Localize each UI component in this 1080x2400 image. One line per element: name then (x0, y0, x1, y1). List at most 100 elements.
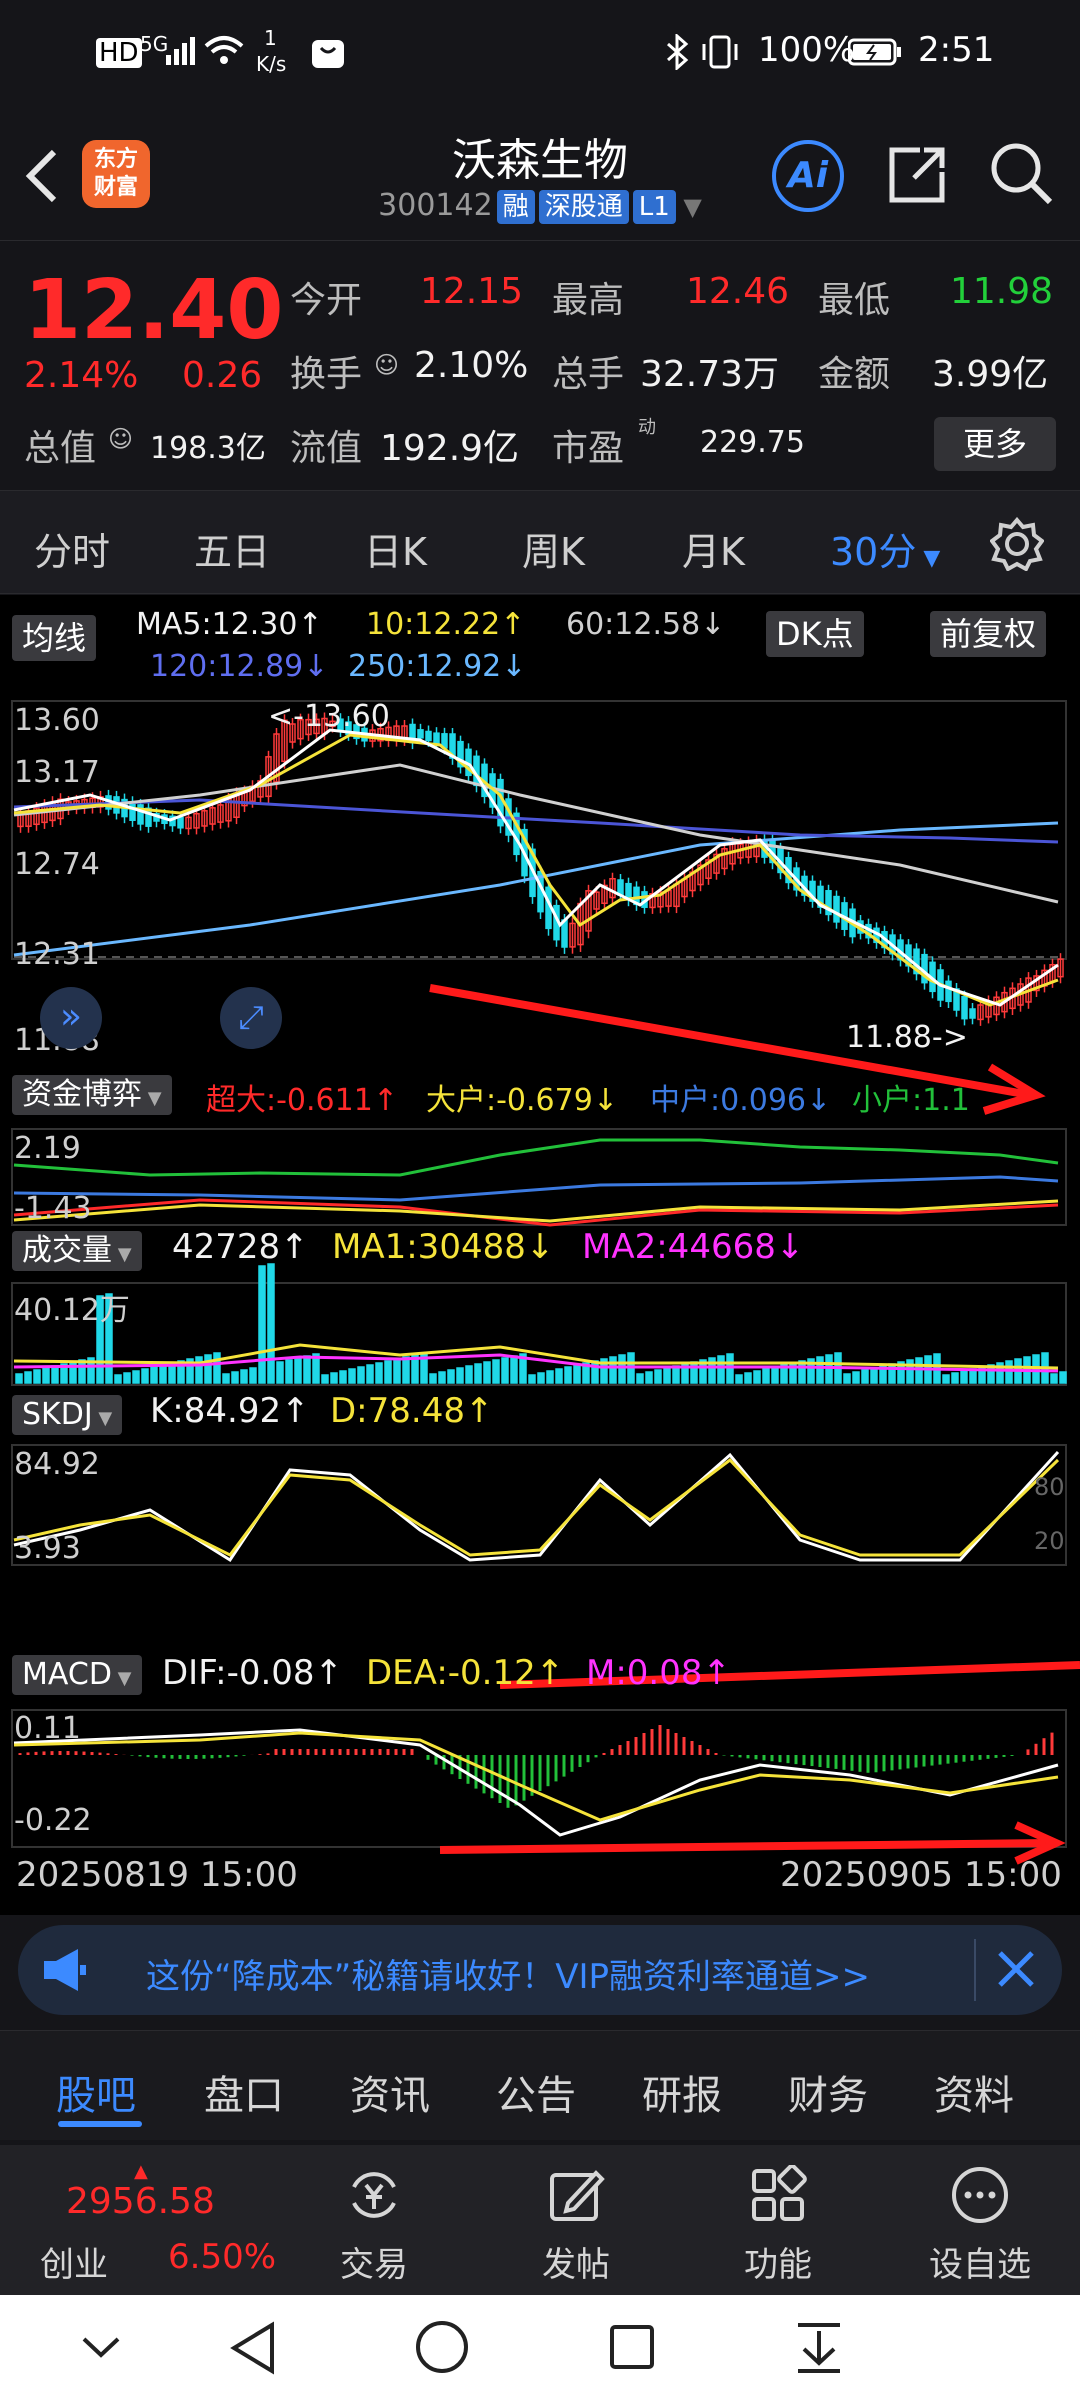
volume-bar (42, 1367, 50, 1384)
volume-ma2: MA2:44668↓ (582, 1227, 805, 1267)
tab-profile[interactable]: 资料 (934, 2063, 1014, 2121)
hide-keyboard-icon[interactable] (78, 2327, 124, 2371)
tab-financials[interactable]: 财务 (788, 2063, 868, 2121)
settings-gear-icon[interactable] (989, 516, 1045, 575)
volume-bar (24, 1371, 32, 1384)
vibrate-icon (700, 34, 740, 79)
volume-bar (294, 1357, 302, 1384)
date-end: 20250905 15:00 (780, 1855, 1062, 1895)
volume-value: 42728↑ (172, 1227, 309, 1267)
volume-bar (843, 1373, 851, 1384)
amount-value: 3.99亿 (932, 354, 1049, 395)
notification-nav-icon[interactable] (794, 2321, 844, 2379)
tab-intraday[interactable]: 分时 (34, 521, 110, 576)
volume-bar (141, 1368, 149, 1384)
kline-chart[interactable]: 均线 MA5:12.30↑ 10:12.22↑ 60:12.58↓ 120:12… (0, 595, 1080, 1915)
info-icon[interactable]: ☺ (374, 351, 399, 379)
min-price-mark: 11.88-> (846, 1020, 968, 1055)
volume-bar (78, 1359, 86, 1384)
functions-label: 功能 (744, 2245, 812, 2285)
tab-weekly-k[interactable]: 周K (522, 521, 585, 576)
volume-bar (636, 1373, 644, 1384)
expand-right-icon[interactable]: » (40, 987, 102, 1049)
more-button[interactable]: 更多 (934, 417, 1056, 471)
recents-nav-icon[interactable] (608, 2323, 656, 2375)
pe-mark: 动 (638, 417, 656, 438)
hd-icon: HD (96, 38, 142, 68)
volume-bar (591, 1360, 599, 1384)
more-dots-icon (950, 2165, 1010, 2225)
ai-button[interactable]: Ai (772, 140, 844, 212)
skdj-ref-20: 20 (1034, 1527, 1065, 1555)
tab-news[interactable]: 资讯 (350, 2063, 430, 2121)
price-axis-1: 13.17 (14, 755, 100, 790)
index-ticker[interactable]: ▲ 2956.58 创业 6.50% (0, 2145, 300, 2295)
volume-bar (267, 1263, 275, 1384)
fund-small: 小户:1.1 (852, 1083, 970, 1118)
tab-30min[interactable]: 30分 ▼ (830, 521, 940, 576)
banner-text[interactable]: 这份“降成本”秘籍请收好！VIP融资利率通道>> (146, 1949, 870, 1998)
max-price-mark: <-13.60 (268, 699, 390, 734)
volume-bar (213, 1352, 221, 1384)
ma60-line (13, 763, 1059, 904)
bag-icon (310, 34, 346, 79)
skdj-selector[interactable]: SKDJ ▼ (12, 1395, 123, 1435)
volume-bar (123, 1372, 131, 1384)
promo-banner[interactable]: 这份“降成本”秘籍请收好！VIP融资利率通道>> (18, 1925, 1062, 2015)
volume-bar (132, 1370, 140, 1384)
share-icon[interactable] (886, 142, 950, 210)
tab-orderbook[interactable]: 盘口 (204, 2063, 284, 2121)
fullscreen-icon[interactable]: ⤢ (220, 987, 282, 1049)
current-price: 12.40 (24, 263, 284, 358)
close-icon[interactable] (994, 1947, 1038, 1995)
volume-bar (159, 1364, 167, 1384)
mktcap-value: 198.3亿 (150, 431, 266, 466)
small-line (13, 1138, 1059, 1177)
mktcap-label: 总值 (24, 428, 97, 469)
back-nav-icon[interactable] (228, 2321, 278, 2379)
volume-bar (195, 1356, 203, 1384)
volume-bar (366, 1364, 374, 1384)
volume-selector[interactable]: 成交量 ▼ (12, 1231, 142, 1271)
mktcap-info-icon[interactable]: ☺ (108, 425, 133, 453)
volume-bar (429, 1373, 437, 1384)
volume-bar (402, 1356, 410, 1384)
macd-dif: DIF:-0.08↑ (162, 1653, 344, 1693)
volume-bar (888, 1363, 896, 1384)
volume-bar (285, 1359, 293, 1384)
volume-bar (249, 1367, 257, 1384)
tab-research[interactable]: 研报 (642, 2063, 722, 2121)
tab-announcements[interactable]: 公告 (496, 2063, 576, 2121)
dif-line (13, 1728, 1059, 1837)
ma5-line (13, 728, 1059, 1007)
add-watchlist-button[interactable]: 设自选 (910, 2145, 1050, 2286)
volume-bar (645, 1371, 653, 1384)
search-icon[interactable] (988, 140, 1054, 210)
volume-bar (762, 1368, 770, 1384)
volume-bar (816, 1356, 824, 1384)
quote-panel: 12.40 2.14% 0.26 今开 12.15 最高 12.46 最低 11… (0, 240, 1080, 490)
home-nav-icon[interactable] (414, 2319, 470, 2379)
fund-selector[interactable]: 资金博弈 ▼ (12, 1075, 172, 1115)
tab-five-day[interactable]: 五日 (194, 521, 270, 576)
volume-bar (690, 1361, 698, 1384)
volume-bar (150, 1366, 158, 1384)
volume-bar (438, 1371, 446, 1384)
trade-button[interactable]: 交易 (304, 2145, 444, 2286)
macd-selector[interactable]: MACD ▼ (12, 1655, 142, 1695)
tab-daily-k[interactable]: 日K (364, 521, 427, 576)
functions-button[interactable]: 功能 (708, 2145, 848, 2286)
ma250-line (13, 821, 1059, 957)
volume-bar (1059, 1371, 1067, 1384)
speed-unit: K/s (256, 52, 287, 76)
turnover-label: 换手 (290, 354, 363, 395)
tab-monthly-k[interactable]: 月K (682, 521, 745, 576)
tab-forum[interactable]: 股吧 (56, 2063, 136, 2121)
volume-bar (825, 1354, 833, 1384)
fund-mid: 中户:0.096↓ (650, 1083, 832, 1118)
post-button[interactable]: 发帖 (506, 2145, 646, 2286)
volume-axis: 40.12万 (14, 1293, 130, 1328)
volume-bar (375, 1362, 383, 1384)
change-amount: 0.26 (182, 355, 263, 396)
connect-tag: 深股通 (538, 190, 629, 224)
